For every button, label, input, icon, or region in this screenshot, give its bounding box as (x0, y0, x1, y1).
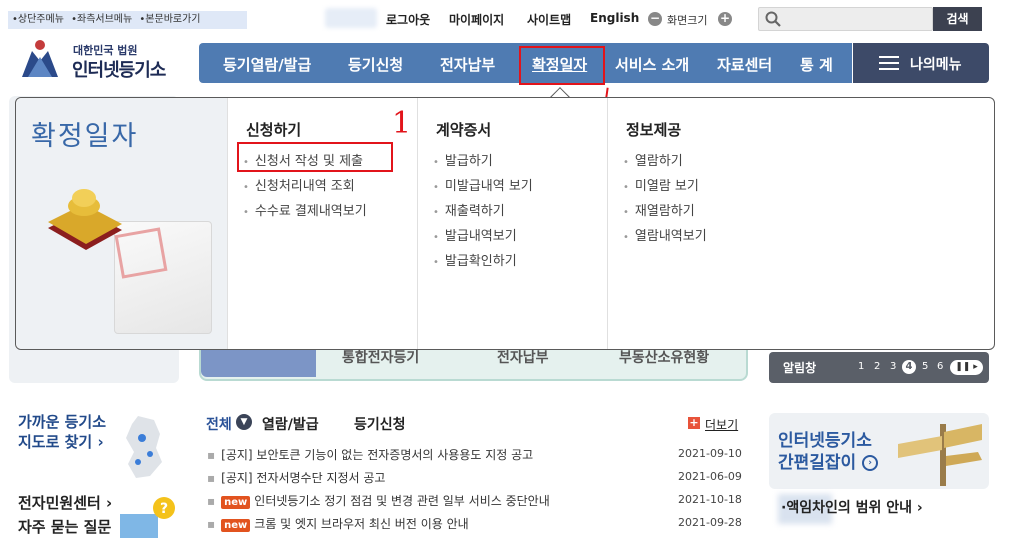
quick-e-payment[interactable]: 전자납부 (497, 347, 549, 367)
alarm-page-3[interactable]: 3 (890, 361, 896, 372)
new-badge: new (221, 496, 251, 509)
svg-text:?: ? (160, 501, 168, 517)
alarm-page-4[interactable]: 4 (902, 360, 916, 374)
blurred-username (325, 8, 377, 28)
new-badge: new (221, 519, 251, 532)
nav-registry-apply[interactable]: 등기신청 (348, 54, 403, 75)
alarm-page-5[interactable]: 5 (922, 361, 928, 372)
nav-service-intro[interactable]: 서비스 소개 (615, 54, 689, 75)
court-emblem-icon[interactable] (14, 37, 66, 81)
notice-title: [공지] 전자서명수단 지정서 공고 (221, 471, 386, 485)
menu-item-fee-history[interactable]: 수수료 결제내역보기 (243, 200, 367, 219)
menu-item-issue-history[interactable]: 발급내역보기 (433, 225, 517, 244)
column-divider (417, 98, 418, 349)
skip-top-menu[interactable]: •상단주메뉴 (12, 14, 64, 25)
english-link[interactable]: English (590, 11, 639, 25)
tab-registry-apply[interactable]: 등기신청 (354, 414, 406, 434)
sitemap-link[interactable]: 사이트맵 (527, 11, 571, 28)
zoom-out-icon[interactable]: − (648, 12, 662, 26)
notice-item[interactable]: ▪ new 크롬 및 엣지 브라우저 최신 버전 이용 안내 (207, 515, 469, 532)
menu-item-reprint[interactable]: 재출력하기 (433, 200, 505, 219)
annotation-highlight-item (237, 142, 393, 172)
nav-e-payment[interactable]: 전자납부 (440, 54, 495, 75)
my-menu-label: 나의메뉴 (910, 57, 962, 73)
notice-title: 인터넷등기소 정기 점검 및 변경 관련 일부 서비스 중단안내 (254, 494, 550, 508)
alarm-label: 알림창 (783, 361, 817, 375)
signpost-icon (898, 424, 982, 486)
column-title-contract: 계약증서 (436, 121, 492, 139)
nav-registry-view-issue[interactable]: 등기열람/발급 (223, 54, 311, 75)
stamp-icon (48, 189, 122, 250)
find-registry-line2: 지도로 찾기 › (18, 433, 104, 451)
zoom-label: 화면크기 (667, 14, 708, 27)
faq-link[interactable]: 자주 묻는 질문 (18, 516, 111, 537)
find-registry-line1: 가까운 등기소 (18, 413, 107, 431)
annotation-step-number: 1 (392, 106, 412, 141)
notice-date: 2021-10-18 (678, 493, 742, 506)
chevron-down-icon[interactable]: ▼ (236, 414, 252, 430)
hamburger-icon (879, 56, 899, 70)
korea-map-icon (126, 416, 162, 478)
find-registry-link[interactable]: 가까운 등기소 지도로 찾기 › (18, 412, 106, 452)
tab-all[interactable]: 전체 (206, 414, 232, 434)
plus-icon: + (688, 416, 700, 429)
menu-item-apply-history[interactable]: 신청처리내역 조회 (243, 175, 355, 194)
quick-property-status[interactable]: 부동산소유현황 (619, 347, 709, 367)
notice-date: 2021-06-09 (678, 470, 742, 483)
skip-links: •상단주메뉴 •좌측서브메뉴 •본문바로가기 (8, 11, 247, 29)
go-arrow-icon: › (862, 455, 879, 471)
dropdown-title: 확정일자 (31, 121, 139, 152)
tenant-scope-link[interactable]: ∙액임차인의 범위 안내 › (781, 497, 923, 517)
alarm-bar: 알림창 1 2 3 4 5 6 ❚❚ ▸ (769, 352, 989, 383)
notice-item[interactable]: ▪ [공지] 전자서명수단 지정서 공고 (207, 469, 385, 486)
alarm-page-6[interactable]: 6 (937, 361, 943, 372)
annotation-highlight-nav (519, 46, 605, 85)
nav-data-center[interactable]: 자료센터 (717, 54, 772, 75)
easy-guide-text[interactable]: 인터넷등기소 간편길잡이 › (778, 430, 879, 474)
tab-view-issue[interactable]: 열람/발급 (262, 414, 319, 434)
menu-item-unissued[interactable]: 미발급내역 보기 (433, 175, 533, 194)
easy-guide-line2: 간편길잡이 (778, 453, 857, 473)
more-link[interactable]: 더보기 (705, 416, 738, 433)
logo-title[interactable]: 인터넷등기소 (72, 56, 166, 82)
logout-link[interactable]: 로그아웃 (386, 11, 430, 28)
mypage-link[interactable]: 마이페이지 (449, 11, 504, 28)
zoom-in-icon[interactable]: + (718, 12, 732, 26)
notice-item[interactable]: ▪ new 인터넷등기소 정기 점검 및 변경 관련 일부 서비스 중단안내 (207, 492, 550, 509)
my-menu-button[interactable]: 나의메뉴 (853, 43, 989, 83)
menu-item-review[interactable]: 재열람하기 (623, 200, 695, 219)
alarm-page-2[interactable]: 2 (874, 361, 880, 372)
e-civil-center-link[interactable]: 전자민원센터 › (18, 492, 112, 513)
notice-date: 2021-09-10 (678, 447, 742, 460)
menu-item-view[interactable]: 열람하기 (623, 150, 683, 169)
column-title-info: 정보제공 (626, 121, 682, 139)
menu-item-view-history[interactable]: 열람내역보기 (623, 225, 707, 244)
quick-integrated-e-registry[interactable]: 통합전자등기 (342, 347, 419, 367)
nav-statistics[interactable]: 통 계 (800, 54, 833, 75)
skip-content[interactable]: •본문바로가기 (139, 14, 200, 25)
alarm-page-1[interactable]: 1 (858, 361, 864, 372)
faq-icon: ? (120, 497, 175, 538)
search-input[interactable] (758, 7, 933, 31)
notice-title: [공지] 보안토큰 기능이 없는 전자증명서의 사용용도 지정 공고 (221, 448, 534, 462)
notice-item[interactable]: ▪ [공지] 보안토큰 기능이 없는 전자증명서의 사용용도 지정 공고 (207, 446, 533, 463)
menu-item-unviewed[interactable]: 미열람 보기 (623, 175, 699, 194)
column-title-apply: 신청하기 (246, 121, 302, 139)
column-divider (607, 98, 608, 349)
menu-item-issue[interactable]: 발급하기 (433, 150, 493, 169)
menu-item-issue-verify[interactable]: 발급확인하기 (433, 250, 517, 269)
alarm-pause-button[interactable]: ❚❚ ▸ (950, 360, 983, 375)
skip-left-menu[interactable]: •좌측서브메뉴 (71, 14, 132, 25)
notice-title: 크롬 및 엣지 브라우저 최신 버전 이용 안내 (254, 517, 469, 531)
notice-date: 2021-09-28 (678, 516, 742, 529)
easy-guide-line1: 인터넷등기소 (778, 431, 872, 451)
column-divider (227, 98, 228, 349)
search-icon (765, 11, 781, 27)
search-button[interactable]: 검색 (933, 7, 982, 31)
